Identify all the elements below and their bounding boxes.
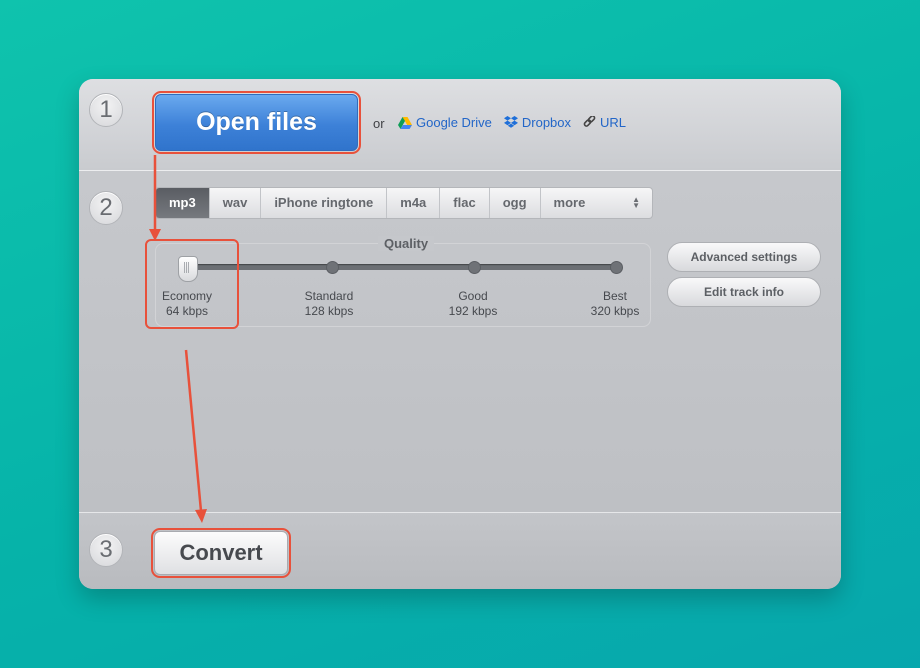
converter-panel: 1 Open files or Google Drive Dropbox URL…: [79, 79, 841, 589]
quality-option-standard[interactable]: Standard 128 kbps: [279, 289, 379, 319]
more-formats-select[interactable]: more ▲ ▼: [541, 188, 652, 218]
google-drive-label: Google Drive: [416, 115, 492, 130]
dropbox-link[interactable]: Dropbox: [503, 115, 572, 130]
quality-option-name: Standard: [304, 289, 354, 303]
dropbox-label: Dropbox: [521, 115, 572, 130]
quality-option-good[interactable]: Good 192 kbps: [423, 289, 523, 319]
quality-option-bitrate: 128 kbps: [304, 304, 354, 318]
edit-track-info-button[interactable]: Edit track info: [667, 277, 821, 307]
step-2-section: 2 mp3 wav iPhone ringtone m4a flac ogg m…: [79, 171, 841, 513]
quality-option-name: Best: [602, 289, 627, 303]
quality-option-name: Good: [458, 289, 488, 303]
advanced-settings-button[interactable]: Advanced settings: [667, 242, 821, 272]
economy-highlight-box: [145, 239, 239, 329]
dropbox-icon: [503, 116, 518, 129]
or-label: or: [373, 116, 385, 131]
step-1-section: 1 Open files or Google Drive Dropbox URL: [79, 79, 841, 171]
step-number-2: 2: [89, 191, 123, 225]
quality-option-bitrate: 192 kbps: [448, 304, 498, 318]
open-files-button[interactable]: Open files: [152, 91, 361, 154]
url-label: URL: [600, 115, 627, 130]
quality-slider-stop-best[interactable]: [610, 261, 623, 274]
url-link[interactable]: URL: [583, 115, 626, 130]
tab-m4a[interactable]: m4a: [387, 188, 441, 218]
quality-slider-stop-good[interactable]: [468, 261, 481, 274]
format-tabs: mp3 wav iPhone ringtone m4a flac ogg mor…: [155, 187, 653, 219]
quality-option-best[interactable]: Best 320 kbps: [565, 289, 665, 319]
quality-option-bitrate: 320 kbps: [590, 304, 640, 318]
more-formats-label: more: [553, 195, 586, 210]
quality-slider-track[interactable]: [185, 264, 619, 270]
tab-flac[interactable]: flac: [440, 188, 490, 218]
tab-ogg[interactable]: ogg: [490, 188, 541, 218]
google-drive-link[interactable]: Google Drive: [398, 115, 492, 130]
step-number-1: 1: [89, 93, 123, 127]
quality-slider-stop-standard[interactable]: [326, 261, 339, 274]
convert-button[interactable]: Convert: [151, 528, 291, 578]
tab-iphone-ringtone[interactable]: iPhone ringtone: [261, 188, 388, 218]
tab-mp3[interactable]: mp3: [156, 188, 210, 218]
up-down-arrows-icon: ▲ ▼: [632, 195, 640, 210]
step-number-3: 3: [89, 533, 123, 567]
step-3-section: 3 Convert: [79, 513, 841, 589]
link-icon: [583, 116, 596, 129]
quality-label: Quality: [378, 236, 435, 251]
google-drive-icon: [398, 116, 412, 129]
tab-wav[interactable]: wav: [210, 188, 262, 218]
cloud-source-links: Google Drive Dropbox URL: [398, 115, 626, 130]
